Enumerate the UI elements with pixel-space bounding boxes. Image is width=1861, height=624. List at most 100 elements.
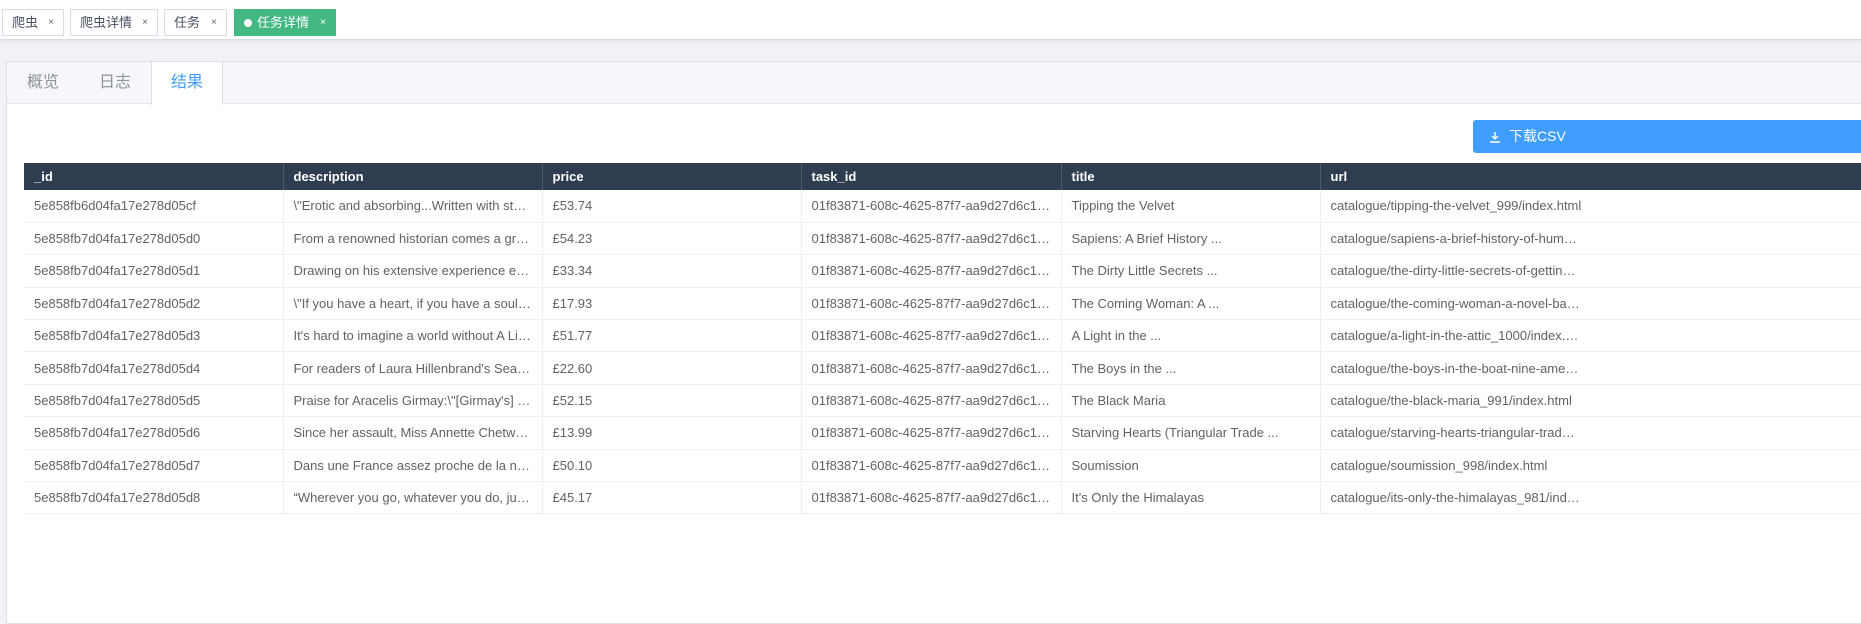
table-row[interactable]: 5e858fb7d04fa17e278d05d5 Praise for Arac… — [24, 384, 1861, 418]
cell-price: £52.15 — [542, 384, 802, 418]
cell-description: For readers of Laura Hillenbrand's Seabi… — [283, 351, 543, 385]
download-csv-label: 下载CSV — [1509, 128, 1566, 144]
cell-id: 5e858fb7d04fa17e278d05d0 — [24, 222, 284, 256]
cell-task-id: 01f83871-608c-4625-87f7-aa9d27d6c172 — [801, 416, 1062, 450]
cell-title: It's Only the Himalayas — [1061, 481, 1321, 515]
cell-url: catalogue/starving-hearts-triangular-tra… — [1320, 416, 1861, 450]
task-detail-card: 概览 日志 结果 下载CSV _id description price tas… — [6, 61, 1861, 624]
cell-task-id: 01f83871-608c-4625-87f7-aa9d27d6c172 — [801, 287, 1062, 321]
cell-description: From a renowned historian comes a gro… — [283, 222, 543, 256]
tab-results[interactable]: 结果 — [151, 62, 223, 105]
cell-task-id: 01f83871-608c-4625-87f7-aa9d27d6c172 — [801, 190, 1062, 223]
cell-price: £17.93 — [542, 287, 802, 321]
cell-url: catalogue/soumission_998/index.html — [1320, 449, 1861, 483]
download-icon — [1490, 132, 1500, 143]
cell-id: 5e858fb7d04fa17e278d05d3 — [24, 319, 284, 353]
column-header-url[interactable]: url — [1320, 163, 1861, 190]
table-row[interactable]: 5e858fb7d04fa17e278d05d2 \"If you have a… — [24, 287, 1861, 321]
cell-id: 5e858fb7d04fa17e278d05d1 — [24, 254, 284, 288]
table-row[interactable]: 5e858fb7d04fa17e278d05d0 From a renowned… — [24, 222, 1861, 256]
table-header-row: _id description price task_id title url — [24, 163, 1861, 190]
column-header-id[interactable]: _id — [24, 163, 284, 190]
cell-title: The Coming Woman: A ... — [1061, 287, 1321, 321]
cell-description: Praise for Aracelis Girmay:\"[Girmay's] … — [283, 384, 543, 418]
table-row[interactable]: 5e858fb6d04fa17e278d05cf \"Erotic and ab… — [24, 190, 1861, 223]
cell-task-id: 01f83871-608c-4625-87f7-aa9d27d6c172 — [801, 481, 1062, 515]
cell-id: 5e858fb6d04fa17e278d05cf — [24, 190, 284, 223]
cell-id: 5e858fb7d04fa17e278d05d4 — [24, 351, 284, 385]
cell-price: £51.77 — [542, 319, 802, 353]
tags-view-bar: 爬虫 × 爬虫详情 × 任务 × 任务详情 × — [0, 5, 1861, 40]
tag-label: 爬虫详情 — [80, 15, 133, 30]
table-row[interactable]: 5e858fb7d04fa17e278d05d6 Since her assau… — [24, 416, 1861, 450]
column-header-title[interactable]: title — [1061, 163, 1321, 190]
tab-overview[interactable]: 概览 — [7, 62, 79, 104]
cell-url: catalogue/tipping-the-velvet_999/index.h… — [1320, 190, 1861, 223]
cell-title: Sapiens: A Brief History ... — [1061, 222, 1321, 256]
cell-title: Soumission — [1061, 449, 1321, 483]
cell-task-id: 01f83871-608c-4625-87f7-aa9d27d6c172 — [801, 319, 1062, 353]
cell-description: “Wherever you go, whatever you do, just … — [283, 481, 543, 515]
table-row[interactable]: 5e858fb7d04fa17e278d05d4 For readers of … — [24, 351, 1861, 385]
cell-id: 5e858fb7d04fa17e278d05d8 — [24, 481, 284, 515]
cell-url: catalogue/a-light-in-the-attic_1000/inde… — [1320, 319, 1861, 353]
cell-task-id: 01f83871-608c-4625-87f7-aa9d27d6c172 — [801, 449, 1062, 483]
column-header-description[interactable]: description — [283, 163, 543, 190]
tag-task[interactable]: 任务 × — [164, 9, 227, 36]
table-row[interactable]: 5e858fb7d04fa17e278d05d8 “Wherever you g… — [24, 481, 1861, 515]
cell-price: £45.17 — [542, 481, 802, 515]
results-table: _id description price task_id title url … — [24, 163, 1861, 515]
table-row[interactable]: 5e858fb7d04fa17e278d05d7 Dans une France… — [24, 449, 1861, 483]
cell-description: Since her assault, Miss Annette Chetwyn… — [283, 416, 543, 450]
cell-url: catalogue/the-dirty-little-secrets-of-ge… — [1320, 254, 1861, 288]
cell-task-id: 01f83871-608c-4625-87f7-aa9d27d6c172 — [801, 351, 1062, 385]
cell-description: It's hard to imagine a world without A L… — [283, 319, 543, 353]
tab-log[interactable]: 日志 — [79, 62, 151, 104]
tag-label: 任务 — [174, 15, 201, 30]
cell-title: Tipping the Velvet — [1061, 190, 1321, 223]
active-dot-icon — [244, 19, 252, 27]
close-icon[interactable]: × — [142, 10, 148, 35]
cell-task-id: 01f83871-608c-4625-87f7-aa9d27d6c172 — [801, 384, 1062, 418]
column-header-price[interactable]: price — [542, 163, 802, 190]
cell-price: £33.34 — [542, 254, 802, 288]
cell-description: \"Erotic and absorbing...Written with st… — [283, 190, 543, 223]
cell-task-id: 01f83871-608c-4625-87f7-aa9d27d6c172 — [801, 222, 1062, 256]
cell-url: catalogue/the-black-maria_991/index.html — [1320, 384, 1861, 418]
cell-id: 5e858fb7d04fa17e278d05d6 — [24, 416, 284, 450]
cell-url: catalogue/its-only-the-himalayas_981/ind… — [1320, 481, 1861, 515]
cell-price: £54.23 — [542, 222, 802, 256]
tag-crawler-detail[interactable]: 爬虫详情 × — [70, 9, 158, 36]
close-icon[interactable]: × — [320, 10, 326, 35]
cell-title: Starving Hearts (Triangular Trade ... — [1061, 416, 1321, 450]
table-row[interactable]: 5e858fb7d04fa17e278d05d1 Drawing on his … — [24, 254, 1861, 288]
table-row[interactable]: 5e858fb7d04fa17e278d05d3 It's hard to im… — [24, 319, 1861, 353]
cell-id: 5e858fb7d04fa17e278d05d7 — [24, 449, 284, 483]
cell-description: Drawing on his extensive experience eva… — [283, 254, 543, 288]
cell-id: 5e858fb7d04fa17e278d05d5 — [24, 384, 284, 418]
cell-title: The Black Maria — [1061, 384, 1321, 418]
cell-task-id: 01f83871-608c-4625-87f7-aa9d27d6c172 — [801, 254, 1062, 288]
cell-url: catalogue/sapiens-a-brief-history-of-hum… — [1320, 222, 1861, 256]
cell-title: The Boys in the ... — [1061, 351, 1321, 385]
cell-url: catalogue/the-boys-in-the-boat-nine-ame… — [1320, 351, 1861, 385]
column-header-task-id[interactable]: task_id — [801, 163, 1062, 190]
cell-price: £13.99 — [542, 416, 802, 450]
tag-label: 任务详情 — [257, 15, 310, 30]
cell-description: Dans une France assez proche de la nôt… — [283, 449, 543, 483]
cell-id: 5e858fb7d04fa17e278d05d2 — [24, 287, 284, 321]
cell-description: \"If you have a heart, if you have a sou… — [283, 287, 543, 321]
tag-crawler[interactable]: 爬虫 × — [2, 9, 64, 36]
cell-title: The Dirty Little Secrets ... — [1061, 254, 1321, 288]
tabs-header: 概览 日志 结果 — [7, 62, 1861, 105]
tag-label: 爬虫 — [12, 15, 39, 30]
tag-task-detail[interactable]: 任务详情 × — [234, 9, 336, 36]
cell-price: £53.74 — [542, 190, 802, 223]
cell-price: £50.10 — [542, 449, 802, 483]
close-icon[interactable]: × — [211, 10, 217, 35]
close-icon[interactable]: × — [48, 10, 54, 35]
cell-price: £22.60 — [542, 351, 802, 385]
download-csv-button[interactable]: 下载CSV — [1473, 120, 1861, 153]
cell-url: catalogue/the-coming-woman-a-novel-ba… — [1320, 287, 1861, 321]
cell-title: A Light in the ... — [1061, 319, 1321, 353]
